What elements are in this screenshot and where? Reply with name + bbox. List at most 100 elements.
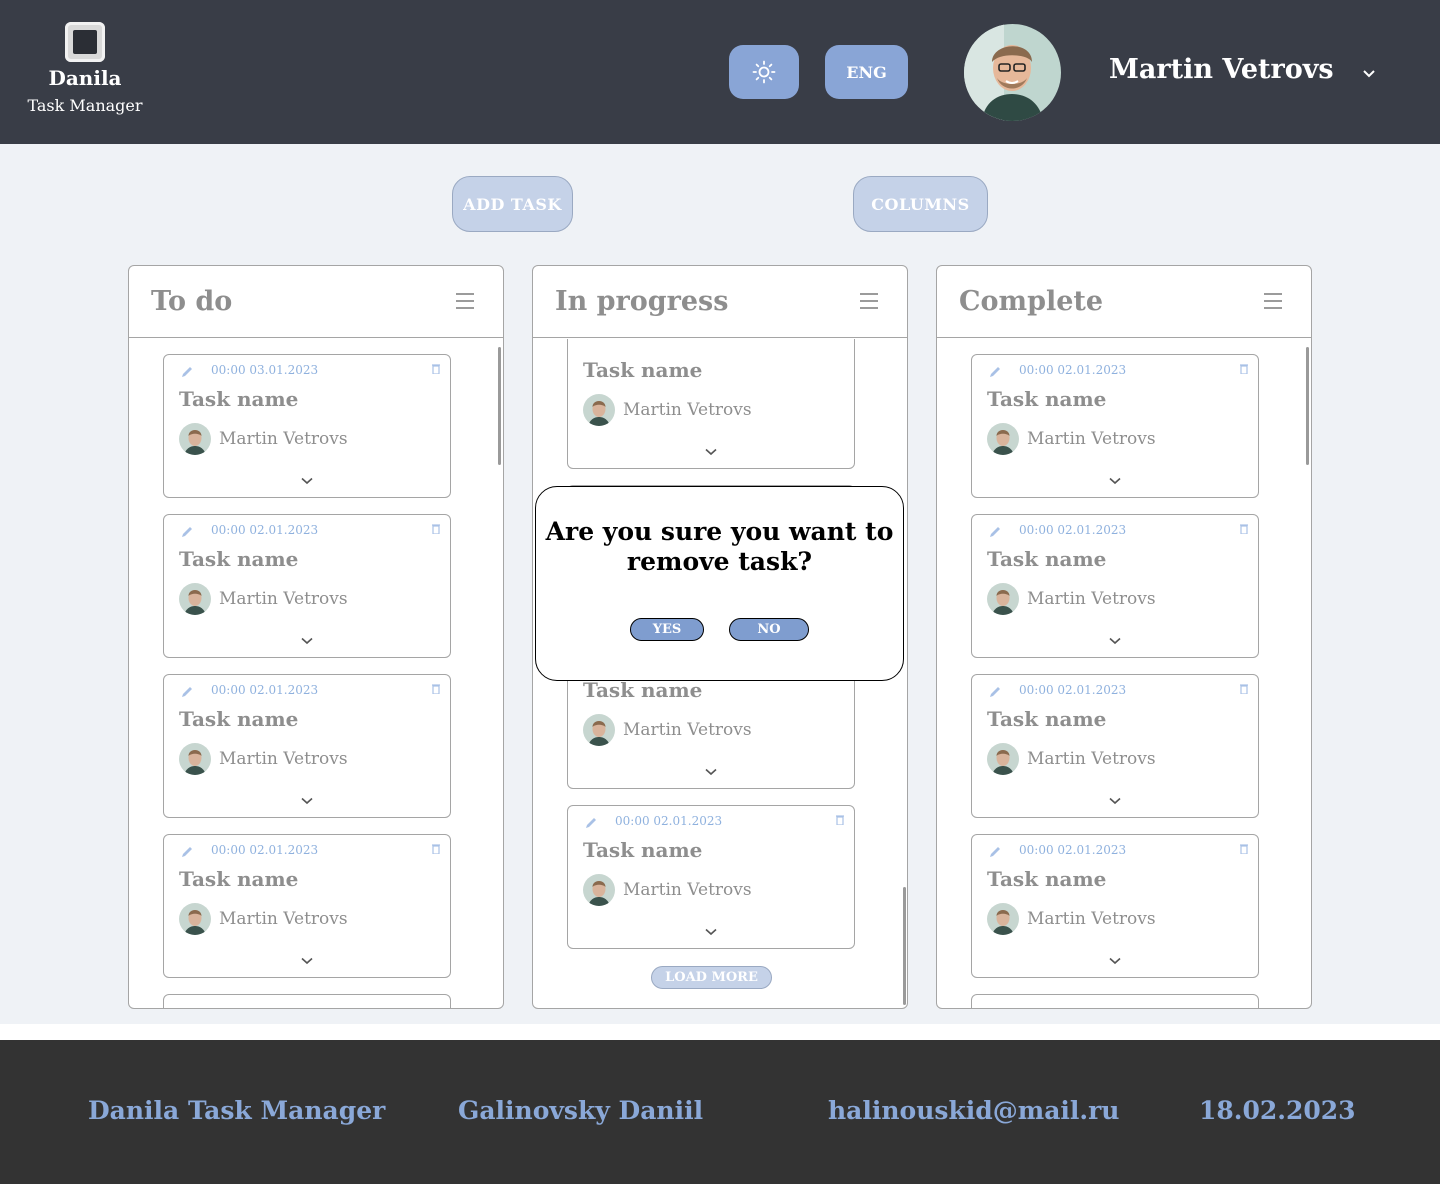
dialog-message: Are you sure you want to remove task? [536,517,903,577]
delete-icon[interactable] [1240,684,1248,694]
assignee-name: Martin Vetrovs [623,880,752,900]
columns-button[interactable]: COLUMNS [853,176,988,232]
sun-icon [752,60,776,84]
task-name: Task name [987,387,1107,411]
column-title: In progress [555,286,729,317]
assignee-name: Martin Vetrovs [219,589,348,609]
chevron-down-icon[interactable] [1109,477,1121,485]
footer-email[interactable]: halinouskid@mail.ru [828,1096,1119,1125]
chevron-down-icon[interactable] [705,448,717,456]
column-title: Complete [959,286,1104,317]
task-card[interactable]: 00:00 02.01.2023 Task name Martin Vetrov… [163,834,451,978]
menu-icon[interactable] [859,291,879,311]
menu-icon[interactable] [1263,291,1283,311]
task-card[interactable]: 00:00 02.01.2023 Task name Martin Vetrov… [163,674,451,818]
assignee-name: Martin Vetrovs [1027,589,1156,609]
delete-icon[interactable] [836,815,844,825]
delete-icon[interactable] [432,524,440,534]
confirm-no-button[interactable]: NO [729,618,809,641]
task-card[interactable]: 00:00 02.01.2023 Task name Martin Vetrov… [971,354,1259,498]
task-name: Task name [987,707,1107,731]
delete-icon[interactable] [432,684,440,694]
chevron-down-icon[interactable] [705,928,717,936]
chevron-down-icon[interactable] [301,957,313,965]
app-logo[interactable]: Danila Task Manager [20,18,150,115]
edit-icon[interactable] [180,365,194,379]
user-avatar[interactable] [964,24,1061,121]
task-card-partial[interactable] [971,994,1259,1008]
scrollbar-thumb[interactable] [498,347,501,465]
task-date: 00:00 02.01.2023 [211,523,319,537]
column-body[interactable]: 00:00 03.01.2023 Task name Martin Vetrov… [129,339,503,1008]
app-header: Danila Task Manager ENG Martin Vetrovs [0,0,1440,144]
chevron-down-icon[interactable] [705,768,717,776]
app-footer: Danila Task Manager Galinovsky Daniil ha… [0,1040,1440,1184]
task-card[interactable]: 00:00 02.01.2023 Task name Martin Vetrov… [971,834,1259,978]
task-card[interactable]: 00:00 02.01.2023 Task name Martin Vetrov… [971,514,1259,658]
footer-author[interactable]: Galinovsky Daniil [458,1096,703,1125]
edit-icon[interactable] [180,845,194,859]
assignee-avatar [987,743,1019,775]
task-card[interactable]: 00:00 02.01.2023 Task name Martin Vetrov… [567,805,855,949]
footer-app-name: Danila Task Manager [88,1096,386,1125]
delete-icon[interactable] [1240,364,1248,374]
task-card-partial[interactable] [163,994,451,1008]
chevron-down-icon[interactable] [1109,637,1121,645]
logo-title: Danila [48,66,122,90]
confirm-yes-button[interactable]: YES [630,618,704,641]
column-body[interactable]: 00:00 02.01.2023 Task name Martin Vetrov… [937,339,1311,1008]
assignee-avatar [179,583,211,615]
add-task-button[interactable]: ADD TASK [452,176,573,232]
assignee-avatar [583,874,615,906]
delete-icon[interactable] [432,844,440,854]
scrollbar-thumb[interactable] [903,887,906,1005]
scrollbar-thumb[interactable] [1306,347,1309,465]
load-more-button[interactable]: LOAD MORE [651,966,772,989]
menu-icon[interactable] [455,291,475,311]
task-card[interactable]: Task name Martin Vetrovs [567,339,855,469]
assignee-name: Martin Vetrovs [219,749,348,769]
chevron-down-icon[interactable] [1362,64,1376,83]
task-date: 00:00 02.01.2023 [615,814,723,828]
assignee-avatar [179,423,211,455]
assignee-avatar [987,583,1019,615]
chevron-down-icon[interactable] [301,637,313,645]
theme-toggle-button[interactable] [729,45,799,99]
chevron-down-icon[interactable] [1109,957,1121,965]
column-header: Complete [937,266,1311,338]
task-name: Task name [987,547,1107,571]
edit-icon[interactable] [988,685,1002,699]
task-name: Task name [583,678,703,702]
delete-icon[interactable] [1240,844,1248,854]
task-card[interactable]: 00:00 02.01.2023 Task name Martin Vetrov… [971,674,1259,818]
task-card[interactable]: 00:00 02.01.2023 Task name Martin Vetrov… [163,514,451,658]
logo-subtitle: Task Manager [27,96,143,115]
assignee-name: Martin Vetrovs [623,720,752,740]
assignee-avatar [179,743,211,775]
task-name: Task name [583,838,703,862]
column-complete: Complete 00:00 02.01.2023 Task name Mart… [936,265,1312,1009]
edit-icon[interactable] [988,365,1002,379]
assignee-name: Martin Vetrovs [219,429,348,449]
assignee-avatar [583,394,615,426]
edit-icon[interactable] [584,816,598,830]
logo-icon [65,22,105,62]
delete-icon[interactable] [1240,524,1248,534]
task-card[interactable]: 00:00 03.01.2023 Task name Martin Vetrov… [163,354,451,498]
user-name[interactable]: Martin Vetrovs [1109,54,1334,85]
chevron-down-icon[interactable] [1109,797,1121,805]
dialog-message-line: Are you sure you want to [545,517,894,546]
column-header: In progress [533,266,907,338]
chevron-down-icon[interactable] [301,797,313,805]
column-todo: To do 00:00 03.01.2023 Task name Martin … [128,265,504,1009]
assignee-name: Martin Vetrovs [623,400,752,420]
edit-icon[interactable] [988,845,1002,859]
edit-icon[interactable] [988,525,1002,539]
edit-icon[interactable] [180,525,194,539]
task-name: Task name [179,547,299,571]
language-button[interactable]: ENG [825,45,908,99]
edit-icon[interactable] [180,685,194,699]
chevron-down-icon[interactable] [301,477,313,485]
assignee-name: Martin Vetrovs [1027,909,1156,929]
delete-icon[interactable] [432,364,440,374]
